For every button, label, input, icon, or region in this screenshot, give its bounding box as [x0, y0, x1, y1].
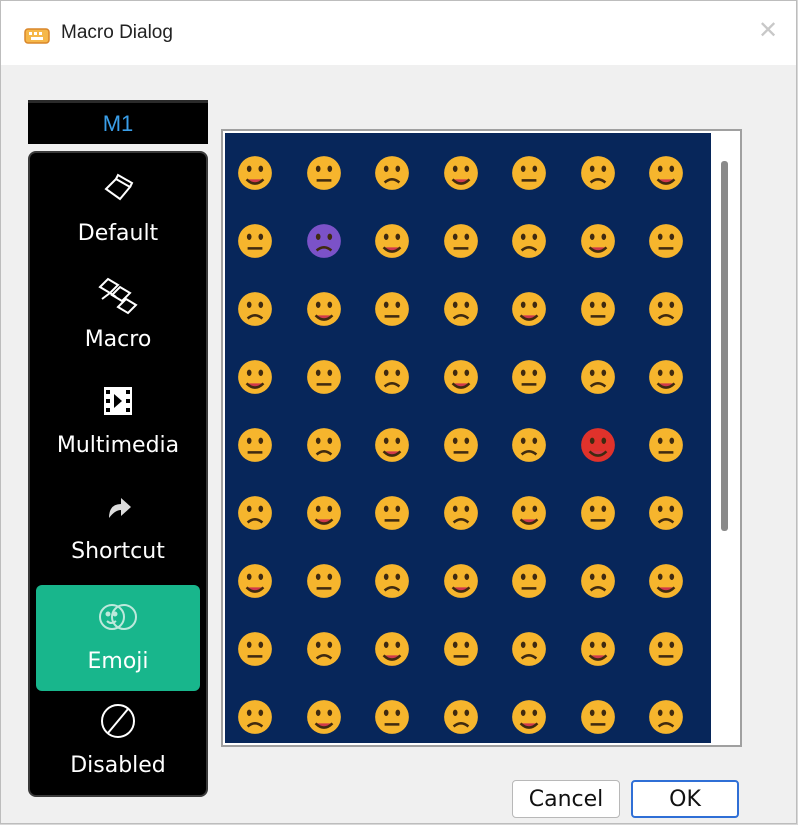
- sidebar-item-label: Default: [77, 221, 159, 246]
- beaming-face-icon[interactable]: [296, 145, 352, 201]
- grinning-face-squinting-icon[interactable]: [501, 145, 557, 201]
- grimacing-face-icon[interactable]: [364, 553, 420, 609]
- sidebar-item-shortcut[interactable]: Shortcut: [36, 475, 200, 581]
- face-with-medical-mask-icon[interactable]: [638, 621, 694, 677]
- profile-label: M1: [28, 100, 208, 144]
- angry-face-icon[interactable]: [501, 417, 557, 473]
- smiling-face-with-heart-eyes-icon[interactable]: [638, 213, 694, 269]
- disabled-circle-icon: [36, 695, 200, 747]
- window-title: Macro Dialog: [61, 22, 173, 43]
- squinting-face-with-tongue-icon[interactable]: [296, 417, 352, 473]
- smiling-face-with-horns-icon[interactable]: [296, 213, 352, 269]
- sidebar-item-label: Shortcut: [71, 539, 165, 564]
- face-with-open-mouth-icon[interactable]: [501, 553, 557, 609]
- slightly-smiling-face-icon[interactable]: [296, 689, 352, 743]
- emoji-grid-frame: [221, 129, 742, 747]
- film-play-icon: [36, 375, 200, 427]
- person-gesturing-no-icon[interactable]: [501, 689, 557, 743]
- pouting-face-icon[interactable]: [570, 417, 626, 473]
- macro-keys-icon: [36, 269, 200, 321]
- sidebar-item-multimedia[interactable]: Multimedia: [36, 369, 200, 475]
- sleepy-face-icon[interactable]: [227, 553, 283, 609]
- face-with-tongue-icon[interactable]: [638, 349, 694, 405]
- pensive-face-icon[interactable]: [638, 281, 694, 337]
- confused-face-icon[interactable]: [227, 349, 283, 405]
- key-icon: [36, 163, 200, 215]
- smiling-face-with-smiling-eyes-icon[interactable]: [433, 213, 489, 269]
- winking-face-icon[interactable]: [364, 213, 420, 269]
- face-savoring-food-icon[interactable]: [501, 213, 557, 269]
- expressionless-face-icon[interactable]: [433, 281, 489, 337]
- relieved-face-icon[interactable]: [570, 213, 626, 269]
- sidebar-item-emoji[interactable]: Emoji: [36, 585, 200, 691]
- face-screaming-in-fear-icon[interactable]: [227, 621, 283, 677]
- vertical-scrollbar[interactable]: [711, 133, 738, 743]
- face-with-tears-of-joy-icon[interactable]: [364, 145, 420, 201]
- winking-face-with-tongue-icon[interactable]: [227, 417, 283, 473]
- person-gesturing-ok-icon[interactable]: [570, 689, 626, 743]
- persevering-face-icon[interactable]: [227, 485, 283, 541]
- fearful-face-icon[interactable]: [570, 485, 626, 541]
- flushed-face-icon[interactable]: [364, 621, 420, 677]
- grinning-face-big-eyes-icon[interactable]: [227, 145, 283, 201]
- sidebar-item-disabled[interactable]: Disabled: [36, 689, 200, 795]
- confounded-face-icon[interactable]: [296, 349, 352, 405]
- cancel-button[interactable]: Cancel: [512, 780, 620, 818]
- frowning-face-open-mouth-icon[interactable]: [433, 485, 489, 541]
- sleeping-face-icon[interactable]: [433, 621, 489, 677]
- close-icon[interactable]: ✕: [756, 19, 780, 43]
- sidebar-item-default[interactable]: Default: [36, 157, 200, 263]
- function-sidebar: Default Macro Multimedia Shortcut Emoji …: [28, 151, 208, 797]
- sidebar-item-label: Multimedia: [56, 433, 180, 458]
- unamused-face-icon[interactable]: [501, 281, 557, 337]
- emoji-grid: [225, 133, 711, 743]
- tired-face-icon[interactable]: [296, 553, 352, 609]
- smirking-face-icon[interactable]: [296, 281, 352, 337]
- title-bar: Macro Dialog ✕: [1, 1, 796, 65]
- loudly-crying-face-icon[interactable]: [433, 553, 489, 609]
- downcast-face-with-sweat-icon[interactable]: [570, 281, 626, 337]
- slightly-frowning-face-icon[interactable]: [227, 689, 283, 743]
- smiling-face-with-hearts-icon[interactable]: [501, 485, 557, 541]
- crying-face-icon[interactable]: [638, 417, 694, 473]
- neutral-face-icon[interactable]: [364, 281, 420, 337]
- laughing-face-icon[interactable]: [638, 145, 694, 201]
- grinning-face-icon[interactable]: [433, 145, 489, 201]
- face-with-hand-over-mouth-icon[interactable]: [570, 621, 626, 677]
- kissing-face-with-smiling-eyes-icon[interactable]: [501, 349, 557, 405]
- shortcut-arrow-icon: [36, 481, 200, 533]
- sidebar-item-macro[interactable]: Macro: [36, 263, 200, 369]
- macro-dialog-window: Macro Dialog ✕ M1 Default Macro Multimed…: [0, 0, 797, 824]
- person-bowing-icon[interactable]: [638, 689, 694, 743]
- face-with-steam-icon[interactable]: [296, 485, 352, 541]
- face-with-cold-sweat-icon[interactable]: [638, 553, 694, 609]
- kissing-face-with-closed-eyes-icon[interactable]: [570, 349, 626, 405]
- weary-face-icon[interactable]: [638, 485, 694, 541]
- sidebar-item-label: Disabled: [70, 753, 166, 778]
- sidebar-item-label: Macro: [84, 327, 152, 352]
- scroll-thumb[interactable]: [721, 161, 728, 531]
- upside-down-face-icon[interactable]: [364, 689, 420, 743]
- ok-button[interactable]: OK: [631, 780, 739, 818]
- sad-but-relieved-face-icon[interactable]: [364, 485, 420, 541]
- kissing-face-icon[interactable]: [364, 349, 420, 405]
- sidebar-item-label: Emoji: [87, 649, 149, 674]
- emoji-faces-icon: [36, 591, 200, 643]
- grinning-face-with-sweat-icon[interactable]: [570, 145, 626, 201]
- astonished-face-icon[interactable]: [296, 621, 352, 677]
- hushed-face-icon[interactable]: [570, 553, 626, 609]
- face-blowing-a-kiss-icon[interactable]: [433, 349, 489, 405]
- smiling-face-with-halo-icon[interactable]: [227, 213, 283, 269]
- disappointed-face-icon[interactable]: [364, 417, 420, 473]
- dizzy-face-icon[interactable]: [501, 621, 557, 677]
- worried-face-icon[interactable]: [433, 417, 489, 473]
- keyboard-app-icon: [23, 21, 51, 49]
- smiling-face-with-sunglasses-icon[interactable]: [227, 281, 283, 337]
- face-with-rolling-eyes-icon[interactable]: [433, 689, 489, 743]
